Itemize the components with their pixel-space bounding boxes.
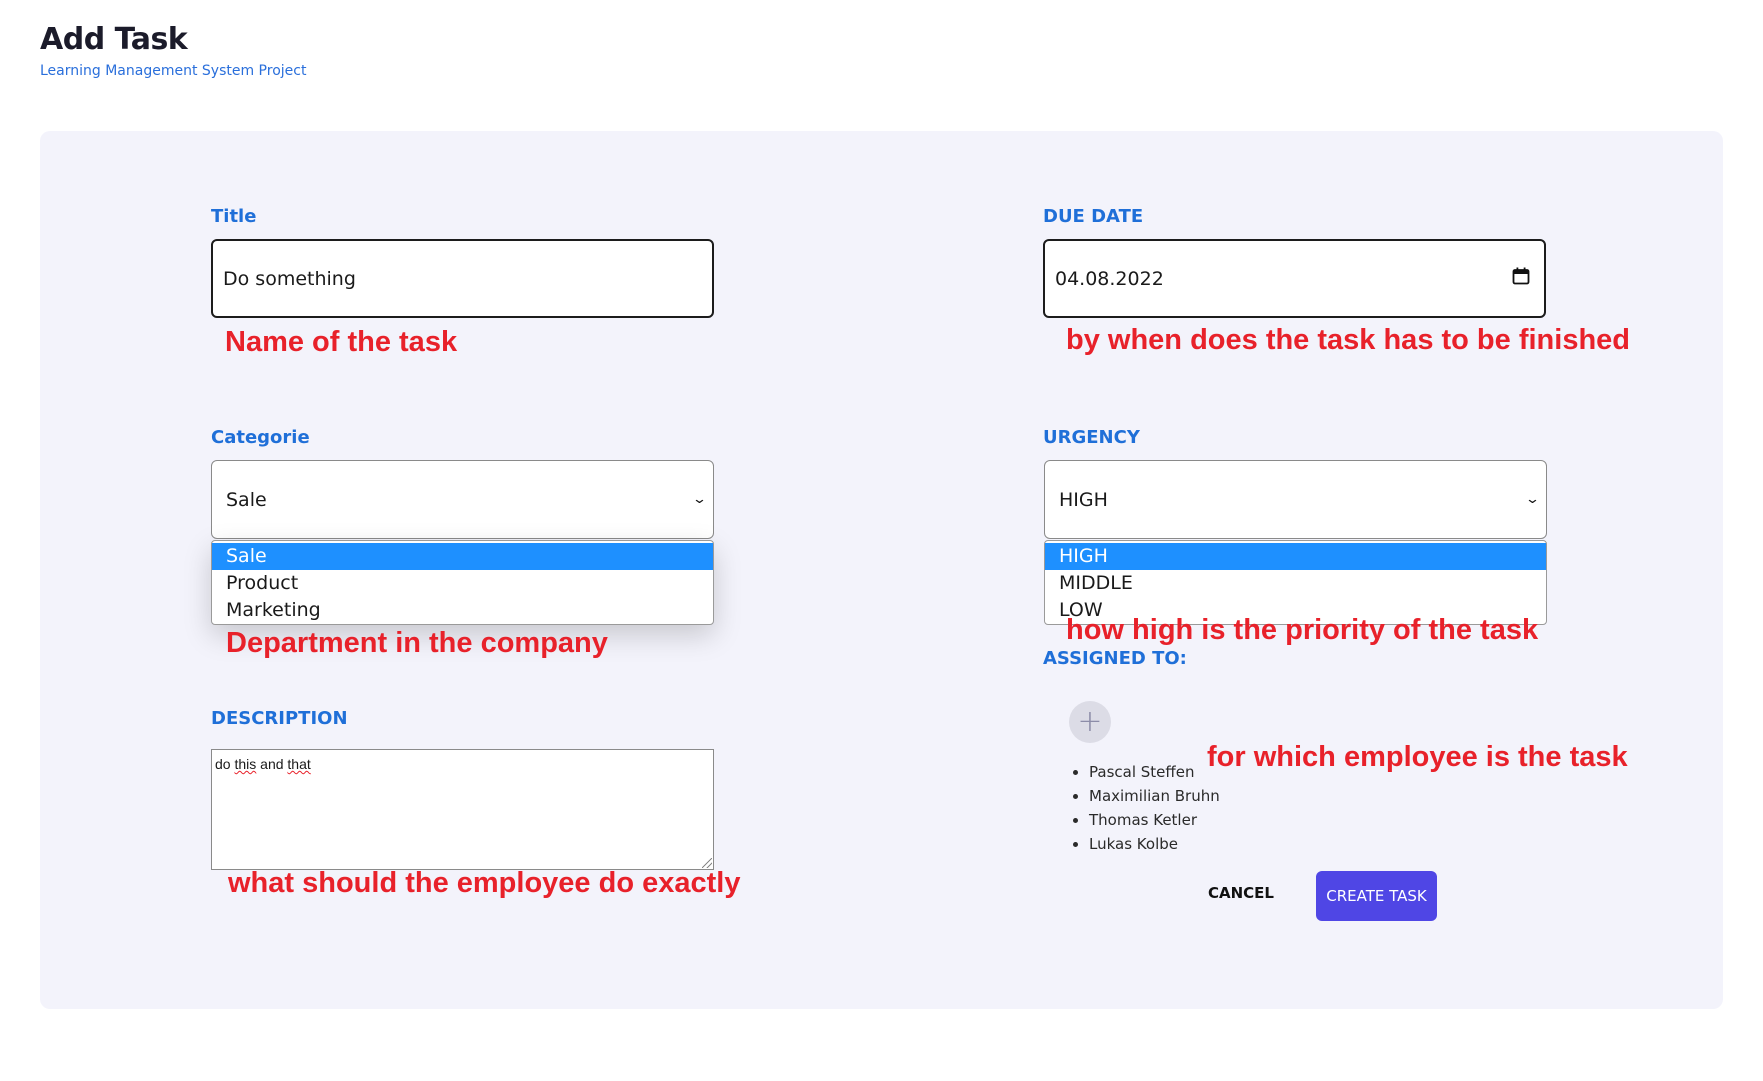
title-input-value: Do something bbox=[223, 267, 356, 290]
due-date-input[interactable]: 04.08.2022 bbox=[1043, 239, 1546, 318]
description-text-part: this bbox=[234, 756, 257, 772]
title-annotation: Name of the task bbox=[225, 326, 458, 358]
urgency-selected-value: HIGH bbox=[1059, 488, 1108, 511]
urgency-option[interactable]: HIGH bbox=[1045, 543, 1546, 570]
title-label: Title bbox=[211, 206, 257, 227]
categorie-option[interactable]: Marketing bbox=[212, 597, 713, 624]
assignee-list: Pascal Steffen Maximilian Bruhn Thomas K… bbox=[1069, 760, 1220, 856]
categorie-dropdown: Sale Product Marketing bbox=[211, 540, 714, 625]
cancel-button[interactable]: CANCEL bbox=[1208, 884, 1274, 902]
categorie-option[interactable]: Sale bbox=[212, 543, 713, 570]
description-text-part: that bbox=[287, 756, 311, 772]
categorie-select[interactable]: Sale ⌄ bbox=[211, 460, 714, 539]
plus-icon[interactable]: + bbox=[1069, 701, 1111, 743]
list-item[interactable]: Maximilian Bruhn bbox=[1089, 784, 1220, 808]
title-input[interactable]: Do something bbox=[211, 239, 714, 318]
urgency-annotation: how high is the priority of the task bbox=[1066, 614, 1539, 646]
description-textarea[interactable]: do this and that bbox=[211, 749, 714, 870]
due-date-value: 04.08.2022 bbox=[1055, 267, 1164, 290]
categorie-label: Categorie bbox=[211, 427, 310, 448]
urgency-select[interactable]: HIGH ⌄ bbox=[1044, 460, 1547, 539]
create-task-button[interactable]: CREATE TASK bbox=[1316, 871, 1437, 921]
description-label: DESCRIPTION bbox=[211, 708, 348, 729]
description-text-part: do bbox=[215, 756, 235, 772]
chevron-down-icon: ⌄ bbox=[691, 492, 708, 507]
urgency-dropdown: HIGH MIDDLE LOW bbox=[1044, 540, 1547, 625]
list-item[interactable]: Thomas Ketler bbox=[1089, 808, 1220, 832]
assigned-to-annotation: for which employee is the task bbox=[1207, 741, 1628, 773]
page-subtitle: Learning Management System Project bbox=[40, 63, 307, 79]
calendar-icon[interactable] bbox=[1512, 267, 1530, 290]
list-item[interactable]: Pascal Steffen bbox=[1089, 760, 1220, 784]
page-title: Add Task bbox=[40, 22, 188, 57]
description-annotation: what should the employee do exactly bbox=[228, 867, 741, 899]
categorie-annotation: Department in the company bbox=[226, 627, 608, 659]
urgency-label: URGENCY bbox=[1043, 427, 1140, 448]
urgency-option[interactable]: MIDDLE bbox=[1045, 570, 1546, 597]
categorie-selected-value: Sale bbox=[226, 488, 267, 511]
chevron-down-icon: ⌄ bbox=[1524, 492, 1541, 507]
due-date-annotation: by when does the task has to be finished bbox=[1066, 324, 1630, 356]
assigned-to-label: ASSIGNED TO: bbox=[1043, 648, 1187, 669]
categorie-option[interactable]: Product bbox=[212, 570, 713, 597]
due-date-label: DUE DATE bbox=[1043, 206, 1144, 227]
list-item[interactable]: Lukas Kolbe bbox=[1089, 832, 1220, 856]
description-text-part: and bbox=[256, 756, 288, 772]
